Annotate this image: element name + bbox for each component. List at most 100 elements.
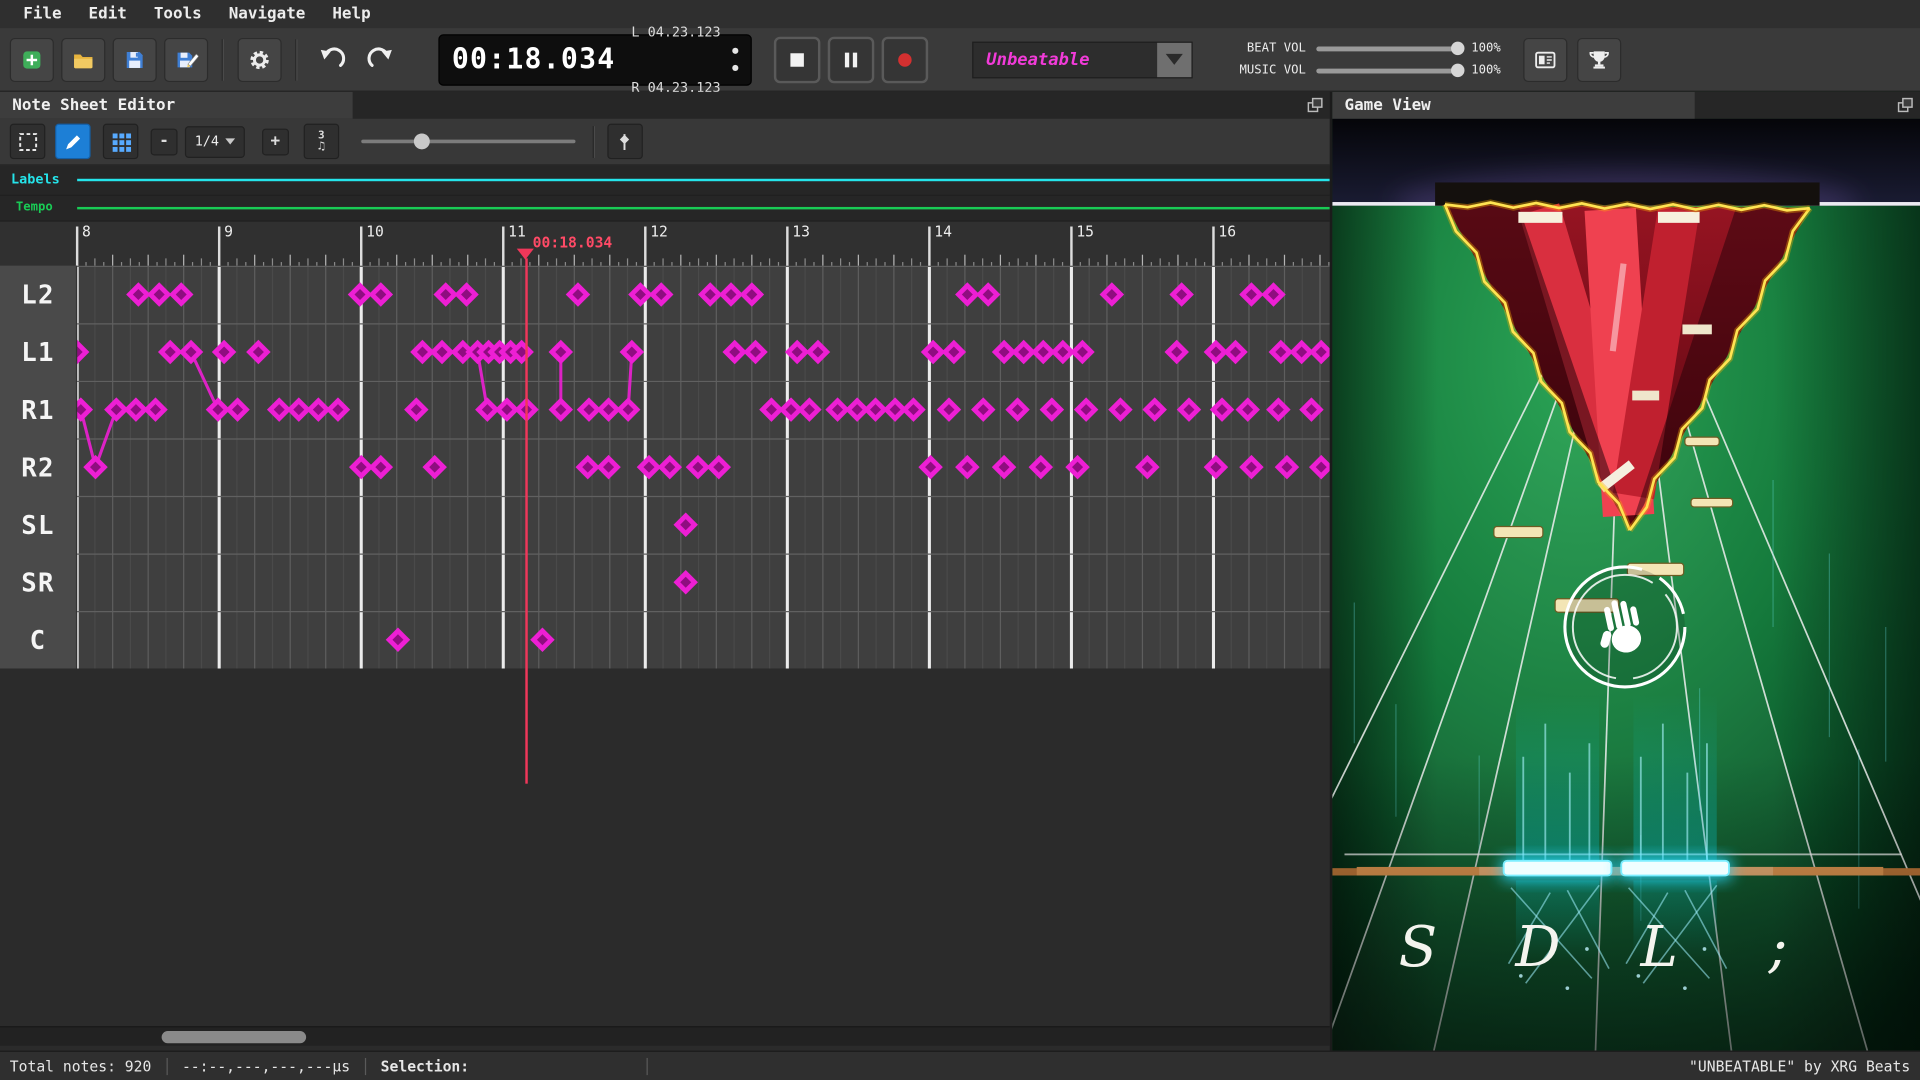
stop-icon: [785, 47, 809, 71]
beat-volume-label: BEAT VOL: [1220, 42, 1306, 55]
playhead-time-label: 00:18.034: [533, 234, 613, 251]
settings-button[interactable]: [238, 37, 282, 81]
division-decrease-button[interactable]: -: [151, 128, 178, 155]
zoom-slider-thumb[interactable]: [414, 133, 430, 149]
scrollbar-thumb[interactable]: [162, 1031, 306, 1043]
music-volume-label: MUSIC VOL: [1220, 64, 1306, 77]
total-notes: Total notes: 920: [10, 1057, 152, 1074]
changelog-button[interactable]: [1523, 37, 1567, 81]
menu-bar: File Edit Tools Navigate Help: [0, 0, 1920, 28]
card-list-icon: [1533, 47, 1557, 71]
marquee-select-icon: [15, 129, 39, 153]
save-as-button[interactable]: [164, 37, 208, 81]
music-volume-row: MUSIC VOL 100%: [1220, 64, 1501, 77]
new-file-icon: [20, 47, 44, 71]
grid-snap-button[interactable]: [103, 124, 139, 160]
tools-separator: [593, 126, 595, 158]
undo-icon: [318, 46, 345, 73]
menu-navigate[interactable]: Navigate: [215, 0, 319, 28]
division-value: 1/4: [195, 133, 219, 149]
editor-tools-row: - 1/4 + 3♫: [0, 119, 1330, 166]
panel-detach-icon[interactable]: [1307, 97, 1324, 114]
ruler-measure-number: 8: [82, 223, 91, 240]
save-button[interactable]: [113, 37, 157, 81]
clap-indicator: [1565, 567, 1685, 687]
approaching-note: [1685, 437, 1719, 446]
ruler-measure-number: 9: [224, 223, 233, 240]
track-label-r2: R2: [0, 438, 76, 496]
game-panel-tab[interactable]: Game View: [1332, 92, 1694, 119]
menu-help[interactable]: Help: [319, 0, 384, 28]
ruler-measure-number: 16: [1218, 223, 1236, 240]
folder-open-icon: [71, 47, 95, 71]
grid-icon: [108, 129, 132, 153]
pause-icon: [839, 47, 863, 71]
save-icon: [122, 47, 146, 71]
menu-edit[interactable]: Edit: [75, 0, 140, 28]
select-tool-button[interactable]: [10, 124, 46, 160]
track-label-r1: R1: [0, 381, 76, 439]
approaching-note: [1691, 498, 1733, 507]
toolbar-separator: [222, 39, 224, 81]
dropdown-arrow-box[interactable]: [1158, 42, 1192, 76]
zoom-slider[interactable]: [361, 140, 575, 144]
triplet-button[interactable]: 3♫: [304, 124, 340, 160]
editor-panel-title: Note Sheet Editor: [12, 96, 175, 114]
pause-button[interactable]: [828, 36, 875, 83]
stop-button[interactable]: [774, 36, 821, 83]
labels-caption: Labels: [11, 171, 60, 187]
status-timecode: --:--,---,---,---µs: [182, 1057, 350, 1074]
volume-controls: BEAT VOL 100% MUSIC VOL 100%: [1220, 42, 1501, 78]
main-toolbar: 00:18.034 L 04.23.123 R 04.23.123 Unbeat…: [0, 28, 1920, 92]
horizontal-scrollbar[interactable]: [0, 1026, 1330, 1046]
chevron-down-icon: [225, 138, 235, 144]
music-volume-slider[interactable]: [1317, 68, 1461, 73]
status-separator: [647, 1057, 648, 1074]
redo-icon: [367, 46, 394, 73]
approaching-note: [1494, 527, 1543, 538]
beat-volume-value: 100%: [1471, 42, 1501, 55]
app-window: File Edit Tools Navigate Help 00:: [0, 0, 1920, 1080]
beat-volume-slider[interactable]: [1317, 46, 1461, 51]
status-separator: [166, 1057, 167, 1074]
lane-key-letter: ;: [1767, 915, 1787, 980]
ruler-measure-number: 10: [366, 223, 384, 240]
note-grid[interactable]: [0, 266, 1330, 669]
music-volume-thumb[interactable]: [1452, 63, 1465, 76]
track-label-l2: L2: [0, 266, 76, 324]
song-select-dropdown[interactable]: Unbeatable: [973, 41, 1193, 78]
status-separator: [365, 1057, 366, 1074]
track-label-sl: SL: [0, 496, 76, 554]
menu-tools[interactable]: Tools: [140, 0, 215, 28]
menu-file[interactable]: File: [10, 0, 75, 28]
timeline-ruler[interactable]: 8910111213141516: [0, 220, 1330, 267]
redo-button[interactable]: [360, 39, 402, 81]
undo-button[interactable]: [311, 39, 353, 81]
pencil-icon: [61, 129, 85, 153]
note-options-button[interactable]: [607, 124, 643, 160]
ruler-measure-number: 15: [1076, 223, 1094, 240]
tempo-line: [77, 207, 1330, 209]
tempo-lane[interactable]: Tempo: [0, 195, 1330, 222]
editor-panel-tab[interactable]: Note Sheet Editor: [0, 92, 353, 119]
song-select-value: Unbeatable: [986, 50, 1089, 70]
division-increase-button[interactable]: +: [262, 128, 289, 155]
pencil-tool-button[interactable]: [55, 124, 91, 160]
playhead-line[interactable]: [525, 258, 527, 783]
editor-empty-area: [0, 669, 1330, 1027]
record-icon: [893, 47, 917, 71]
beat-volume-thumb[interactable]: [1452, 41, 1465, 54]
track-label-l1: L1: [0, 323, 76, 381]
song-credit: "UNBEATABLE" by XRG Beats: [1689, 1057, 1910, 1074]
note-sheet-editor-panel: Note Sheet Editor - 1/4 + 3♫: [0, 92, 1330, 1051]
chevron-down-icon: [1166, 54, 1183, 65]
new-button[interactable]: [10, 37, 54, 81]
division-dropdown[interactable]: 1/4: [185, 126, 245, 158]
status-bar: Total notes: 920 --:--,---,---,---µs Sel…: [0, 1051, 1920, 1080]
panel-detach-icon[interactable]: [1897, 97, 1914, 114]
open-button[interactable]: [61, 37, 105, 81]
labels-lane[interactable]: Labels: [0, 165, 1330, 194]
record-button[interactable]: [882, 36, 929, 83]
lane-key-letter: S: [1399, 915, 1438, 980]
achievements-button[interactable]: [1577, 37, 1621, 81]
